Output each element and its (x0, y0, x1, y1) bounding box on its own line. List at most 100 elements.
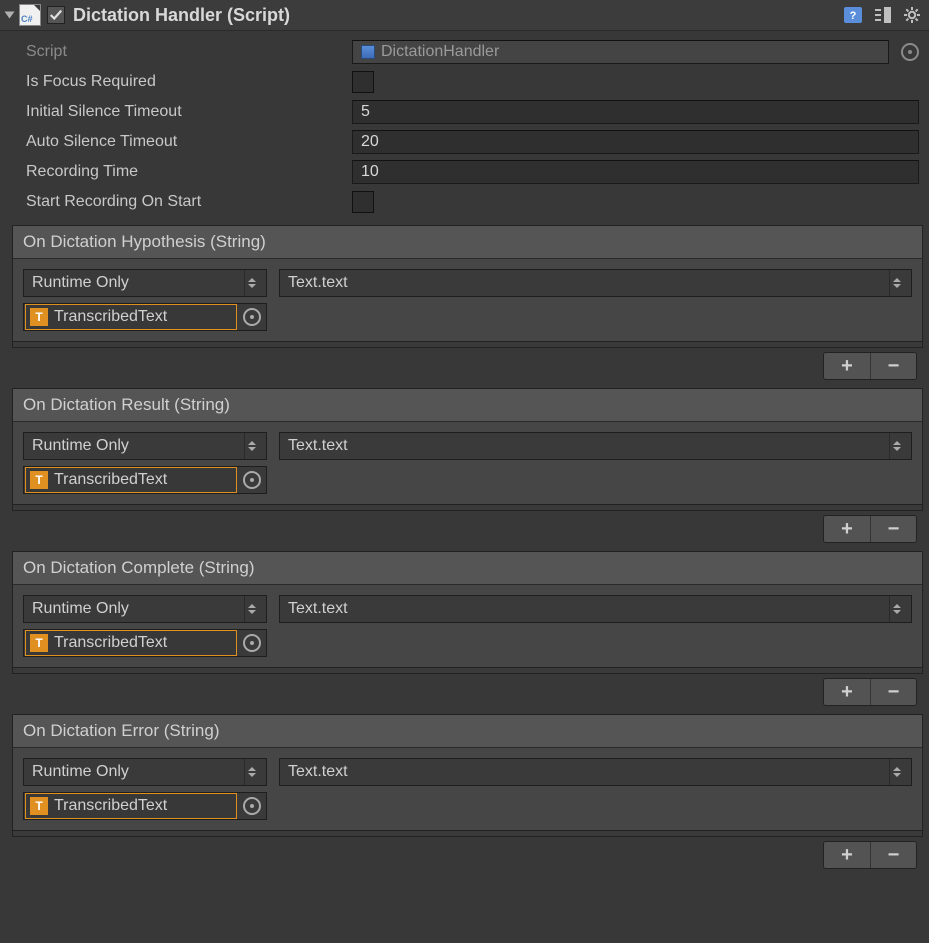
function-dropdown[interactable]: Text.text (279, 758, 912, 786)
event-footer-handle (13, 341, 922, 347)
text-component-icon: T (30, 797, 48, 815)
call-mode-dropdown[interactable]: Runtime Only (23, 758, 267, 786)
dropdown-caret-icon (244, 433, 258, 459)
call-mode-value: Runtime Only (32, 763, 129, 781)
call-mode-value: Runtime Only (32, 600, 129, 618)
property-label: Recording Time (26, 163, 346, 181)
dropdown-caret-icon (889, 759, 903, 785)
object-picker-icon (243, 797, 261, 815)
call-mode-dropdown[interactable]: Runtime Only (23, 595, 267, 623)
dropdown-caret-icon (889, 596, 903, 622)
gear-icon[interactable] (903, 5, 923, 25)
event-target-value: TranscribedText (54, 471, 167, 489)
event-body: Runtime Only T TranscribedText (13, 422, 922, 504)
event-header: On Dictation Error (String) (13, 715, 922, 748)
function-value: Text.text (288, 600, 348, 618)
text-component-icon: T (30, 471, 48, 489)
property-label: Script (26, 43, 346, 61)
event-header: On Dictation Result (String) (13, 389, 922, 422)
unity-event-block: On Dictation Result (String) Runtime Onl… (12, 388, 923, 511)
event-target-field[interactable]: T TranscribedText (23, 629, 267, 657)
event-header: On Dictation Complete (String) (13, 552, 922, 585)
property-recording-time: Recording Time 10 (26, 157, 919, 187)
property-auto-silence-timeout: Auto Silence Timeout 20 (26, 127, 919, 157)
event-add-remove-bar: + − (0, 511, 923, 549)
remove-listener-button[interactable]: − (870, 842, 916, 868)
event-footer-handle (13, 830, 922, 836)
event-target-field[interactable]: T TranscribedText (23, 303, 267, 331)
object-picker-button[interactable] (238, 471, 266, 489)
start-recording-on-start-checkbox[interactable] (352, 191, 374, 213)
csharp-script-icon: C# (19, 4, 41, 26)
component-header: C# Dictation Handler (Script) ? (0, 0, 929, 31)
function-dropdown[interactable]: Text.text (279, 595, 912, 623)
object-picker-icon (243, 308, 261, 326)
event-add-remove-bar: + − (0, 674, 923, 712)
recording-time-input[interactable]: 10 (352, 160, 919, 184)
add-listener-button[interactable]: + (824, 679, 870, 705)
dropdown-caret-icon (244, 270, 258, 296)
add-listener-button[interactable]: + (824, 516, 870, 542)
call-mode-value: Runtime Only (32, 274, 129, 292)
remove-listener-button[interactable]: − (870, 353, 916, 379)
text-component-icon: T (30, 634, 48, 652)
event-header: On Dictation Hypothesis (String) (13, 226, 922, 259)
function-value: Text.text (288, 274, 348, 292)
component-properties: Script DictationHandler Is Focus Require… (0, 31, 929, 223)
property-label: Initial Silence Timeout (26, 103, 346, 121)
property-label: Is Focus Required (26, 73, 346, 91)
script-field: DictationHandler (352, 40, 889, 64)
event-target-value: TranscribedText (54, 797, 167, 815)
dropdown-caret-icon (244, 596, 258, 622)
object-picker-button[interactable] (238, 308, 266, 326)
foldout-toggle-icon[interactable] (5, 12, 15, 19)
dropdown-caret-icon (889, 270, 903, 296)
function-dropdown[interactable]: Text.text (279, 269, 912, 297)
preset-icon[interactable] (873, 5, 893, 25)
component-enable-checkbox[interactable] (47, 6, 65, 24)
add-listener-button[interactable]: + (824, 353, 870, 379)
help-icon[interactable]: ? (843, 5, 863, 25)
remove-listener-button[interactable]: − (870, 679, 916, 705)
event-add-remove-bar: + − (0, 348, 923, 386)
event-target-value: TranscribedText (54, 308, 167, 326)
property-start-recording-on-start: Start Recording On Start (26, 187, 919, 217)
call-mode-dropdown[interactable]: Runtime Only (23, 432, 267, 460)
property-script: Script DictationHandler (26, 37, 919, 67)
add-listener-button[interactable]: + (824, 842, 870, 868)
call-mode-value: Runtime Only (32, 437, 129, 455)
call-mode-dropdown[interactable]: Runtime Only (23, 269, 267, 297)
dropdown-caret-icon (244, 759, 258, 785)
event-target-field[interactable]: T TranscribedText (23, 466, 267, 494)
function-value: Text.text (288, 437, 348, 455)
event-target-value: TranscribedText (54, 634, 167, 652)
object-picker-icon (243, 471, 261, 489)
property-is-focus-required: Is Focus Required (26, 67, 919, 97)
event-body: Runtime Only T TranscribedText (13, 259, 922, 341)
text-component-icon: T (30, 308, 48, 326)
property-initial-silence-timeout: Initial Silence Timeout 5 (26, 97, 919, 127)
object-picker-button[interactable] (238, 634, 266, 652)
unity-event-block: On Dictation Complete (String) Runtime O… (12, 551, 923, 674)
is-focus-required-checkbox[interactable] (352, 71, 374, 93)
event-body: Runtime Only T TranscribedText (13, 585, 922, 667)
unity-event-block: On Dictation Error (String) Runtime Only… (12, 714, 923, 837)
event-footer-handle (13, 504, 922, 510)
auto-silence-timeout-input[interactable]: 20 (352, 130, 919, 154)
function-value: Text.text (288, 763, 348, 781)
event-footer-handle (13, 667, 922, 673)
function-dropdown[interactable]: Text.text (279, 432, 912, 460)
remove-listener-button[interactable]: − (870, 516, 916, 542)
event-target-field[interactable]: T TranscribedText (23, 792, 267, 820)
svg-text:?: ? (850, 10, 857, 22)
object-picker-button[interactable] (238, 797, 266, 815)
script-value: DictationHandler (381, 43, 499, 61)
script-mini-icon (361, 45, 375, 59)
dropdown-caret-icon (889, 433, 903, 459)
event-body: Runtime Only T TranscribedText (13, 748, 922, 830)
object-picker-icon (901, 43, 919, 61)
initial-silence-timeout-input[interactable]: 5 (352, 100, 919, 124)
component-header-buttons: ? (843, 5, 923, 25)
component-title: Dictation Handler (Script) (73, 5, 843, 26)
object-picker-icon (243, 634, 261, 652)
